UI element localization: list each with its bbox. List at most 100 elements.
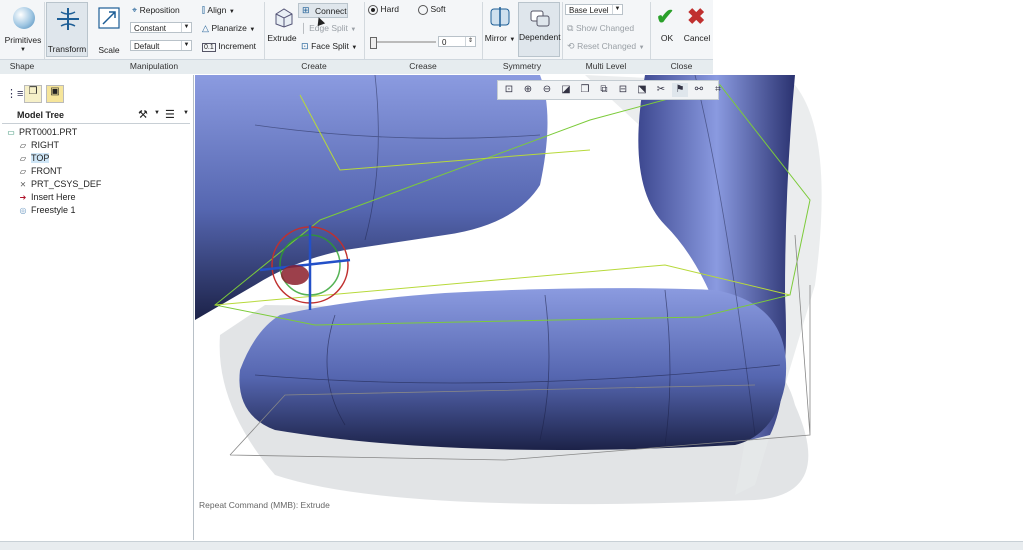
constraint-combo[interactable]: Constant ▼ <box>130 22 192 33</box>
connect-label: Connect <box>315 6 347 16</box>
folder-icon[interactable]: ▣ <box>46 85 64 103</box>
zoom-out-icon[interactable]: ⊖ <box>539 83 555 97</box>
layers-icon[interactable]: ❐ <box>24 85 42 103</box>
soft-radio[interactable]: Soft <box>418 4 446 15</box>
status-message: Repeat Command (MMB): Extrude <box>199 500 330 510</box>
transform-icon <box>57 8 79 30</box>
view-toolbar: ⊡ ⊕ ⊖ ◪ ❒ ⧉ ⊟ ⬔ ✂ ⚑ ⚯ ⌗ <box>497 80 721 100</box>
show-changed-button[interactable]: ⧉ Show Changed <box>567 23 634 34</box>
hard-label: Hard <box>380 4 399 14</box>
cancel-button[interactable]: ✖ Cancel <box>682 2 712 57</box>
tree-item-top[interactable]: ▱ TOP <box>18 153 50 163</box>
planarize-label: Planarize <box>211 23 247 33</box>
reference-combo[interactable]: Default ▼ <box>130 40 192 51</box>
dependent-label: Dependent <box>519 32 561 42</box>
display-style-icon[interactable]: ❒ <box>577 83 593 97</box>
tree-columns-icon[interactable]: ☰ <box>165 108 175 121</box>
freestyle-model[interactable] <box>195 75 1023 540</box>
spinner-icon: ⇕ <box>465 37 475 46</box>
repaint-icon[interactable]: ◪ <box>558 83 574 97</box>
face-split-button[interactable]: ⊡ Face Split ▼ <box>301 41 357 52</box>
sphere-icon <box>13 7 35 29</box>
chevron-down-icon: ▼ <box>612 5 622 14</box>
saved-views-icon[interactable]: ⧉ <box>596 83 612 97</box>
insert-arrow-icon: ➔ <box>19 193 27 202</box>
tree-structure-icon[interactable]: ⋮≡ <box>6 87 23 100</box>
primitives-button[interactable]: Primitives ▼ <box>4 2 42 57</box>
crease-value: 0 <box>442 38 447 47</box>
scale-button[interactable]: Scale <box>92 2 126 57</box>
checkmark-icon: ✔ <box>656 4 675 29</box>
level-combo-value: Base Level <box>569 6 609 15</box>
perspective-icon[interactable]: ⬔ <box>634 83 650 97</box>
primitives-label: Primitives <box>4 35 42 45</box>
dependent-button[interactable]: Dependent <box>518 2 561 57</box>
align-button[interactable]: ⫿ Align ▼ <box>202 5 235 16</box>
crease-value-input[interactable]: 0 ⇕ <box>438 36 476 47</box>
tree-item-front[interactable]: ▱ FRONT <box>18 166 62 176</box>
edge-split-label: Edge Split <box>309 23 348 33</box>
planarize-button[interactable]: △ Planarize ▼ <box>202 23 255 34</box>
ok-label: OK <box>660 33 674 43</box>
control-mesh-icon[interactable]: ⌗ <box>710 83 726 97</box>
spin-center-icon[interactable]: ⚑ <box>672 83 688 97</box>
tree-item-insert-here[interactable]: ➔ Insert Here <box>18 192 76 202</box>
extrude-icon <box>275 8 293 28</box>
reference-combo-value: Default <box>134 42 160 51</box>
datum-plane-icon: ▱ <box>19 141 27 150</box>
view-manager-icon[interactable]: ⊟ <box>615 83 631 97</box>
extrude-button[interactable]: Extrude <box>266 2 298 57</box>
reset-icon: ⟲ <box>567 41 575 51</box>
reposition-label: Reposition <box>139 5 180 15</box>
extrude-label: Extrude <box>267 33 297 43</box>
edge-split-button[interactable]: │ Edge Split ▼ <box>301 23 356 33</box>
connect-icon: ⊞ <box>302 5 310 15</box>
scale-icon <box>98 7 120 29</box>
tree-item-freestyle[interactable]: ◎ Freestyle 1 <box>18 205 76 215</box>
cancel-label: Cancel <box>683 33 711 43</box>
group-label-create: Create <box>301 61 327 71</box>
chevron-down-icon: ▼ <box>249 27 256 33</box>
chevron-down-icon: ▼ <box>181 23 191 32</box>
crease-slider[interactable] <box>370 37 436 49</box>
ribbon-group-labels: Shape Manipulation Create Crease Symmetr… <box>0 59 713 74</box>
chevron-down-icon[interactable]: ▼ <box>154 110 160 116</box>
tree-item-csys[interactable]: ⨯ PRT_CSYS_DEF <box>18 179 102 189</box>
level-combo[interactable]: Base Level ▼ <box>565 4 623 15</box>
transform-button[interactable]: Transform <box>46 2 88 57</box>
datum-plane-icon: ▱ <box>19 167 27 176</box>
increment-label: Increment <box>218 41 257 51</box>
reset-changed-label: Reset Changed <box>577 41 637 51</box>
graphics-viewport[interactable] <box>195 75 1023 540</box>
model-tree-title: Model Tree <box>17 110 65 120</box>
tree-settings-icon[interactable]: ⚒ <box>138 108 148 121</box>
group-label-symmetry: Symmetry <box>502 61 542 71</box>
datum-display-icon[interactable]: ✂ <box>653 83 669 97</box>
mirror-label: Mirror <box>484 33 507 43</box>
reposition-button[interactable]: ⌖ Reposition <box>132 5 180 16</box>
face-split-label: Face Split <box>311 41 349 51</box>
group-label-shape: Shape <box>9 61 35 71</box>
soft-label: Soft <box>430 4 446 14</box>
connect-button[interactable]: ⊞ Connect <box>298 3 348 18</box>
chevron-down-icon: ▼ <box>181 41 191 50</box>
csys-icon: ⨯ <box>19 180 27 189</box>
tree-item-right[interactable]: ▱ RIGHT <box>18 140 59 150</box>
increment-button[interactable]: 0.1 Increment <box>202 41 257 52</box>
slider-handle[interactable] <box>370 37 377 49</box>
reset-changed-button[interactable]: ⟲ Reset Changed ▼ <box>567 41 645 52</box>
hard-radio[interactable]: Hard <box>368 4 399 15</box>
zoom-in-icon[interactable]: ⊕ <box>520 83 536 97</box>
constraint-combo-value: Constant <box>134 24 167 33</box>
chevron-down-icon[interactable]: ▼ <box>183 110 189 116</box>
annotation-display-icon[interactable]: ⚯ <box>691 83 707 97</box>
increment-icon: 0.1 <box>202 43 216 52</box>
tree-item-part[interactable]: ▭ PRT0001.PRT <box>6 127 77 137</box>
show-changed-icon: ⧉ <box>567 23 574 33</box>
align-label: Align <box>207 5 227 15</box>
ok-button[interactable]: ✔ OK <box>653 2 681 57</box>
refit-icon[interactable]: ⊡ <box>501 83 517 97</box>
group-label-multilevel: Multi Level <box>585 61 627 71</box>
close-icon: ✖ <box>687 4 706 29</box>
mirror-button[interactable]: Mirror ▼ <box>484 2 516 57</box>
